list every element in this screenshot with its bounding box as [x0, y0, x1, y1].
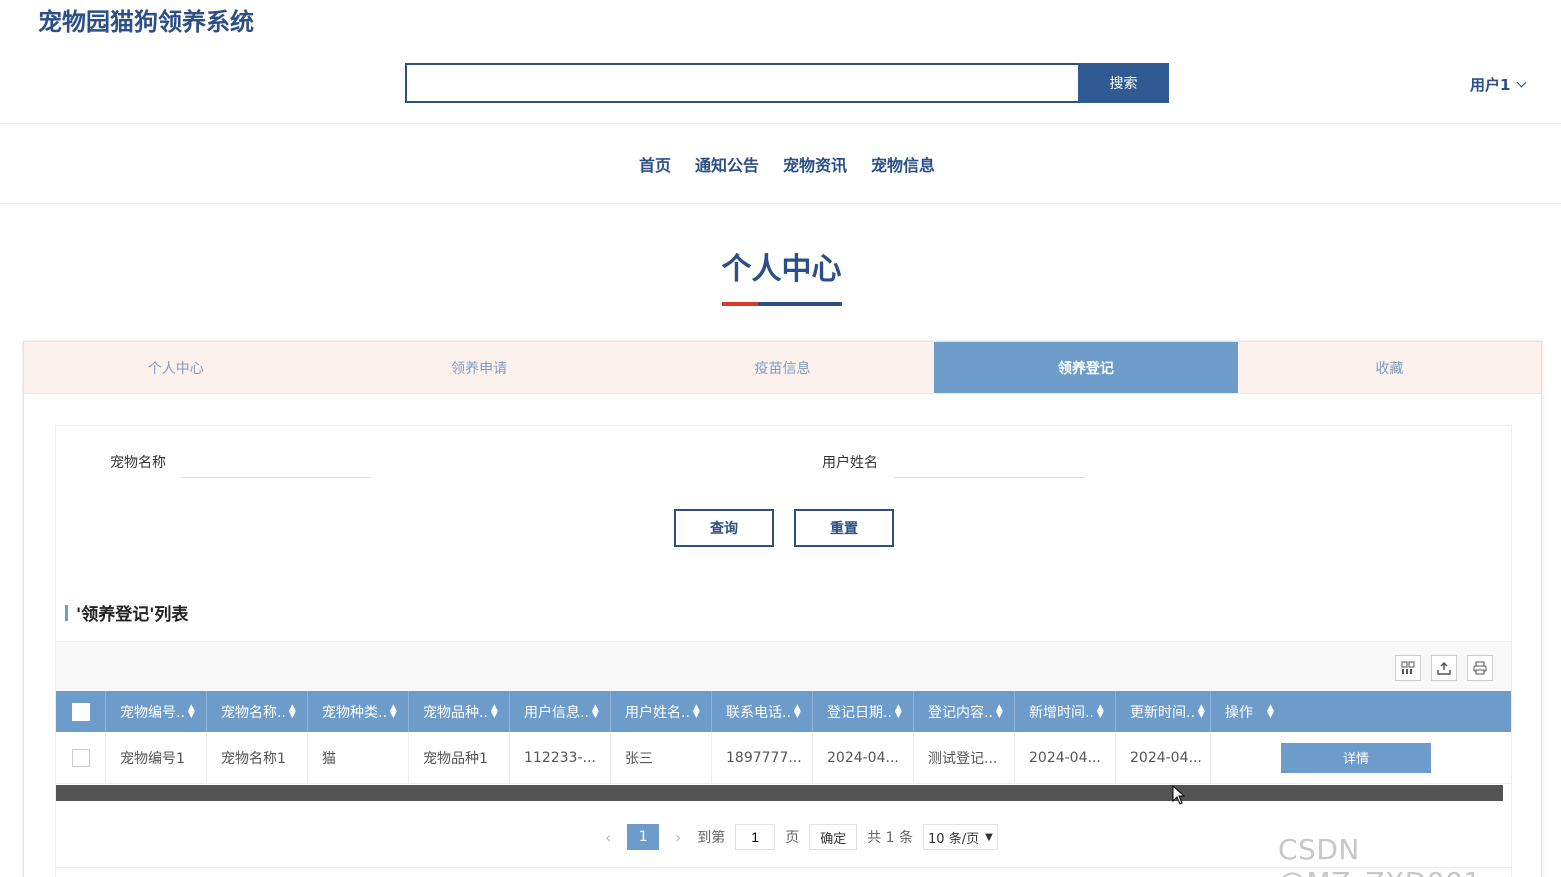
user-menu-label: 用户1 — [1470, 76, 1511, 94]
list-title: '领养登记'列表 — [65, 600, 188, 625]
sort-icon: ▲ ▼ — [1096, 702, 1104, 720]
column-header[interactable]: 用户信息.. ▲ ▼ — [510, 691, 611, 732]
total-count: 共 1 条 — [867, 830, 914, 846]
divider — [0, 203, 1561, 204]
next-page-icon[interactable]: › — [669, 828, 687, 847]
column-header[interactable]: 操作 ▲ ▼ — [1211, 691, 1510, 732]
registration-content: 宠物名称 用户姓名 查询 重置 '领养登记'列表 宠物编号.. ▲ ▼ 宠物名称… — [55, 425, 1512, 877]
goto-label: 到第 — [697, 830, 726, 846]
column-header[interactable]: 用户姓名.. ▲ ▼ — [611, 691, 712, 732]
sort-icon: ▲ ▼ — [894, 702, 902, 720]
table-cell: 宠物编号1 — [106, 732, 207, 783]
user-name-input[interactable] — [894, 448, 1084, 478]
page-size-value: 10 条/页 — [928, 831, 980, 847]
reset-button[interactable]: 重置 — [794, 509, 894, 547]
sort-icon: ▲ ▼ — [187, 702, 195, 720]
tab-adoption-application[interactable]: 领养申请 — [327, 342, 630, 393]
chevron-down-icon: ▼ — [985, 831, 993, 843]
title-marker — [65, 604, 68, 621]
table-header: 宠物编号.. ▲ ▼ 宠物名称.. ▲ ▼ 宠物种类.. ▲ ▼ 宠物品种.. ▲ ▼ 用户信息… — [56, 691, 1511, 732]
page-title: 个人中心 — [721, 252, 842, 287]
table-cell: 宠物品种1 — [409, 732, 510, 783]
tab-vaccine-info[interactable]: 疫苗信息 — [631, 342, 934, 393]
table-cell: 2024-04... — [1116, 732, 1211, 783]
table-cell: 猫 — [308, 732, 409, 783]
tab-personal-center[interactable]: 个人中心 — [24, 342, 327, 393]
sort-icon: ▲ ▼ — [288, 702, 296, 720]
search-bar: 搜索 — [405, 63, 1169, 103]
column-header[interactable]: 更新时间.. ▲ ▼ — [1116, 691, 1211, 732]
goto-confirm-button[interactable]: 确定 — [809, 824, 858, 850]
sort-icon: ▲ ▼ — [995, 702, 1003, 720]
sort-icon: ▲ ▼ — [793, 702, 801, 720]
table-cell: 112233-... — [510, 732, 611, 783]
table-row: 宠物编号1 宠物名称1 猫 宠物品种1 112233-... 张三 189777… — [56, 732, 1511, 784]
table-cell: 宠物名称1 — [207, 732, 308, 783]
pet-name-label: 宠物名称 — [110, 455, 166, 471]
title-underline — [722, 302, 842, 306]
columns-icon[interactable] — [1395, 655, 1421, 681]
tab-bar: 个人中心 领养申请 疫苗信息 领养登记 收藏 — [24, 342, 1541, 394]
column-header[interactable]: 宠物品种.. ▲ ▼ — [409, 691, 510, 732]
row-checkbox[interactable] — [71, 748, 90, 767]
user-name-label: 用户姓名 — [822, 455, 878, 471]
export-icon[interactable] — [1431, 655, 1457, 681]
search-input[interactable] — [405, 63, 1078, 103]
column-header[interactable]: 联系电话.. ▲ ▼ — [712, 691, 813, 732]
table-cell: 1897777... — [712, 732, 813, 783]
mouse-cursor-icon — [1172, 785, 1186, 805]
column-header[interactable]: 登记日期.. ▲ ▼ — [813, 691, 914, 732]
goto-page-input[interactable] — [735, 824, 776, 850]
select-all-checkbox[interactable] — [71, 702, 90, 721]
registration-table: 宠物编号.. ▲ ▼ 宠物名称.. ▲ ▼ 宠物种类.. ▲ ▼ 宠物品种.. ▲ ▼ 用户信息… — [56, 691, 1511, 784]
table-cell: 张三 — [611, 732, 712, 783]
horizontal-scrollbar[interactable] — [56, 785, 1503, 801]
page: 宠物园猫狗领养系统 搜索 用户1 首页 通知公告 宠物资讯 宠物信息 个人中心 … — [0, 0, 1561, 877]
sort-icon: ▲ ▼ — [1267, 702, 1274, 720]
chevron-down-icon — [1516, 77, 1527, 88]
sort-icon: ▲ ▼ — [591, 702, 599, 720]
pet-name-input[interactable] — [181, 448, 371, 478]
sort-icon: ▲ ▼ — [692, 702, 700, 720]
list-title-text: '领养登记'列表 — [76, 605, 189, 625]
nav-notice[interactable]: 通知公告 — [695, 152, 759, 176]
column-header[interactable]: 宠物名称.. ▲ ▼ — [207, 691, 308, 732]
table-body: 宠物编号1 宠物名称1 猫 宠物品种1 112233-... 张三 189777… — [56, 732, 1511, 784]
sort-icon: ▲ ▼ — [389, 702, 397, 720]
column-header[interactable]: 宠物编号.. ▲ ▼ — [106, 691, 207, 732]
site-title: 宠物园猫狗领养系统 — [38, 8, 254, 36]
column-header[interactable]: 登记内容.. ▲ ▼ — [914, 691, 1015, 732]
table-cell: 2024-04... — [1015, 732, 1116, 783]
print-icon[interactable] — [1467, 655, 1493, 681]
user-menu[interactable]: 用户1 — [1470, 74, 1527, 95]
tab-adoption-registration[interactable]: 领养登记 — [934, 342, 1238, 393]
table-toolbar — [56, 641, 1511, 691]
action-cell: 详情 — [1211, 732, 1510, 783]
table-cell: 测试登记... — [914, 732, 1015, 783]
page-size-select[interactable]: 10 条/页 ▼ — [923, 824, 998, 850]
nav-pet-news[interactable]: 宠物资讯 — [783, 152, 847, 176]
query-button[interactable]: 查询 — [674, 509, 774, 547]
table-cell: 2024-04... — [813, 732, 914, 783]
nav-home[interactable]: 首页 — [639, 152, 671, 176]
watermark: CSDN @MZ_ZXD001 — [1278, 833, 1481, 877]
sort-icon: ▲ ▼ — [490, 702, 498, 720]
row-select — [56, 732, 106, 783]
sort-icon: ▲ ▼ — [1197, 702, 1205, 720]
header-select-all[interactable] — [56, 691, 106, 732]
personal-center-panel: 个人中心 领养申请 疫苗信息 领养登记 收藏 宠物名称 用户姓名 查询 重置 '… — [23, 341, 1542, 877]
column-header[interactable]: 新增时间.. ▲ ▼ — [1015, 691, 1116, 732]
detail-button[interactable]: 详情 — [1281, 742, 1431, 773]
column-header[interactable]: 宠物种类.. ▲ ▼ — [308, 691, 409, 732]
tab-favorites[interactable]: 收藏 — [1238, 342, 1541, 393]
prev-page-icon[interactable]: ‹ — [599, 828, 617, 847]
main-nav: 首页 通知公告 宠物资讯 宠物信息 — [0, 152, 1561, 176]
nav-pet-info[interactable]: 宠物信息 — [871, 152, 935, 176]
current-page[interactable]: 1 — [627, 824, 660, 850]
page-unit-label: 页 — [785, 830, 800, 846]
search-button[interactable]: 搜索 — [1078, 63, 1169, 103]
divider — [0, 123, 1561, 124]
